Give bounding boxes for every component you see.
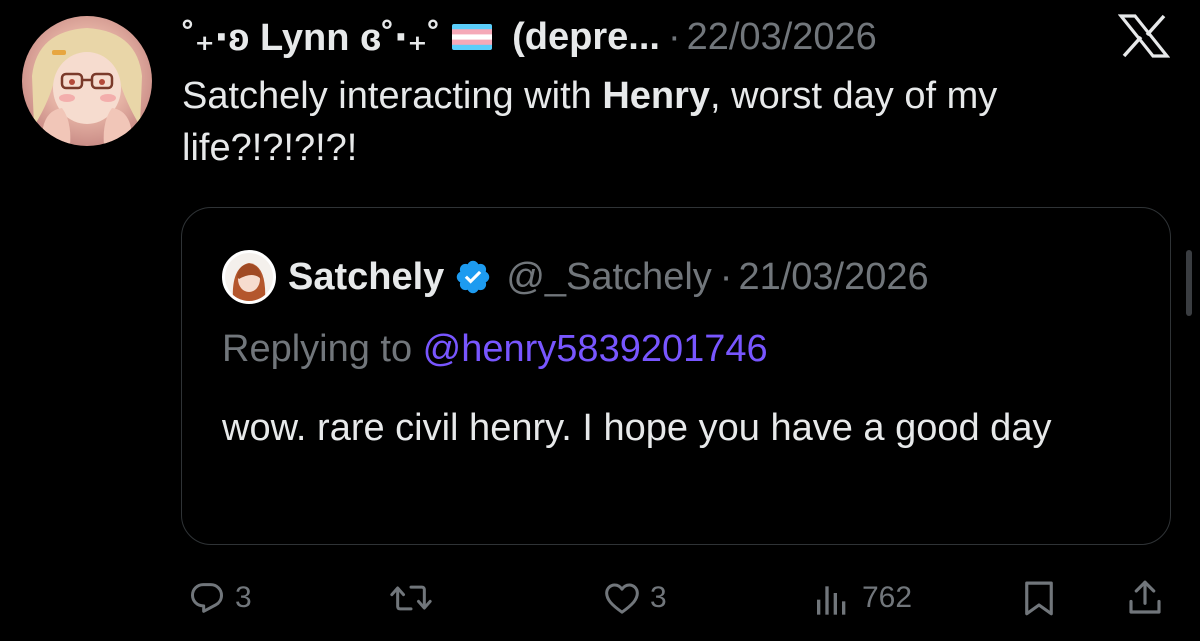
tweet-text: Satchely interacting with Henry, worst d… <box>182 70 1182 174</box>
bookmark-button[interactable] <box>1018 570 1060 626</box>
separator-dot: · <box>667 15 681 58</box>
share-icon <box>1129 580 1161 614</box>
like-icon <box>605 583 639 614</box>
like-button[interactable]: 3 <box>600 570 667 626</box>
x-logo-icon[interactable] <box>1118 14 1170 58</box>
quoted-header: Satchely @_Satchely · 21/03/2026 <box>288 250 929 304</box>
reply-icon <box>191 583 223 613</box>
action-bar: 3 3 762 <box>0 570 1200 630</box>
verified-badge-icon[interactable] <box>454 258 492 296</box>
replying-mention-link[interactable]: @henry5839201746 <box>423 328 768 370</box>
quoted-tweet[interactable]: Satchely @_Satchely · 21/03/2026 Replyin… <box>181 207 1171 545</box>
reply-button[interactable]: 3 <box>187 570 252 626</box>
quoted-date[interactable]: 21/03/2026 <box>738 256 928 299</box>
like-count: 3 <box>650 581 667 614</box>
views-count: 762 <box>862 581 913 614</box>
tweet-text-part: Satchely interacting with <box>182 75 603 117</box>
tweet-text-bold: Henry <box>602 75 711 117</box>
reply-count: 3 <box>235 581 252 614</box>
retweet-button[interactable] <box>388 570 434 626</box>
share-button[interactable] <box>1124 570 1166 626</box>
author-name-suffix[interactable]: (depre... <box>512 16 660 59</box>
separator-dot: · <box>719 255 733 298</box>
tweet-date[interactable]: 22/03/2026 <box>687 16 877 59</box>
replying-label: Replying to <box>222 328 423 370</box>
views-icon <box>817 586 846 615</box>
replying-to: Replying to @henry5839201746 <box>222 328 768 371</box>
bookmark-icon <box>1025 581 1053 616</box>
trans-flag-icon <box>452 24 493 50</box>
author-name[interactable]: ˚₊‧ʚ Lynn ɞ˚‧₊˚ <box>182 15 440 60</box>
quoted-avatar[interactable] <box>222 250 276 304</box>
quoted-name[interactable]: Satchely <box>288 256 444 299</box>
scrollbar[interactable] <box>1186 250 1192 316</box>
quoted-text: wow. rare civil henry. I hope you have a… <box>222 407 1052 449</box>
tweet-header: ˚₊‧ʚ Lynn ɞ˚‧₊˚ (depre... · 22/03/2026 <box>182 12 877 62</box>
author-avatar[interactable] <box>22 16 152 146</box>
views-button[interactable]: 762 <box>812 570 912 626</box>
retweet-icon <box>390 585 432 611</box>
quoted-handle[interactable]: @_Satchely <box>506 256 711 299</box>
